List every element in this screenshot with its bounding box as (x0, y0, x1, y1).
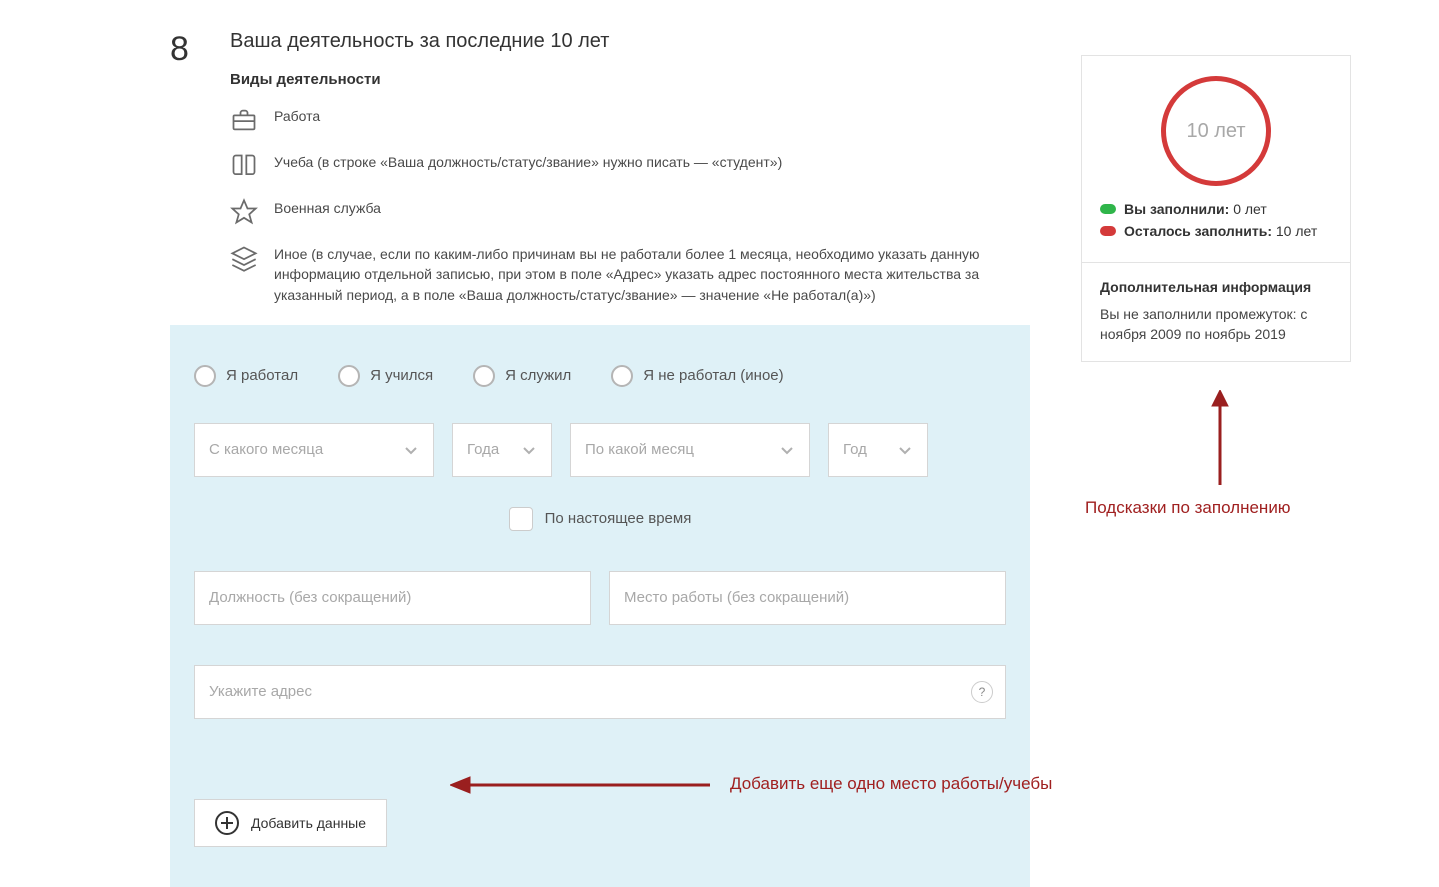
from-year-placeholder: Года (467, 441, 521, 458)
to-month-placeholder: По какой месяц (585, 441, 779, 458)
radio-studied[interactable]: Я учился (338, 365, 433, 387)
radio-none-label: Я не работал (иное) (643, 367, 783, 384)
radio-studied-label: Я учился (370, 367, 433, 384)
chevron-down-icon (521, 442, 537, 458)
radio-served[interactable]: Я служил (473, 365, 571, 387)
radio-served-label: Я служил (505, 367, 571, 384)
from-month-placeholder: С какого месяца (209, 441, 403, 458)
radio-worked[interactable]: Я работал (194, 365, 298, 387)
stat-remaining: Осталось заполнить: 10 лет (1100, 222, 1332, 240)
stat-filled: Вы заполнили: 0 лет (1100, 200, 1332, 218)
red-dot-icon (1100, 226, 1116, 236)
add-data-button[interactable]: Добавить данные (194, 799, 387, 847)
stat-remaining-label: Осталось заполнить: (1124, 223, 1272, 239)
address-input[interactable] (209, 683, 991, 700)
activity-form-panel: Я работал Я учился Я служил Я не работал… (170, 325, 1030, 887)
present-checkbox-label: По настоящее время (545, 510, 692, 527)
present-checkbox[interactable] (509, 507, 533, 531)
to-year-select[interactable]: Год (828, 423, 928, 477)
annotation-hints: Подсказки по заполнению (1085, 498, 1291, 518)
type-other-label: Иное (в случае, если по каким-либо причи… (274, 244, 1014, 305)
type-work-label: Работа (274, 106, 320, 126)
star-icon (230, 198, 258, 226)
address-input-wrap: ? (194, 665, 1006, 719)
position-input-wrap (194, 571, 591, 625)
radio-icon (338, 365, 360, 387)
arrow-left-icon (450, 770, 720, 800)
book-icon (230, 152, 258, 180)
briefcase-icon (230, 106, 258, 134)
place-input-wrap (609, 571, 1006, 625)
green-dot-icon (1100, 204, 1116, 214)
stat-filled-value: 0 лет (1233, 201, 1267, 217)
stat-filled-label: Вы заполнили: (1124, 201, 1229, 217)
add-data-label: Добавить данные (251, 815, 366, 831)
type-military-row: Военная служба (230, 198, 1030, 226)
position-input[interactable] (209, 589, 576, 606)
plus-icon (215, 811, 239, 835)
chevron-down-icon (403, 442, 419, 458)
sidebar-info-text: Вы не заполнили промежуток: с ноября 200… (1100, 305, 1332, 344)
annotation-add-more: Добавить еще одно место работы/учебы (730, 774, 1052, 794)
radio-icon (611, 365, 633, 387)
stat-remaining-value: 10 лет (1276, 223, 1317, 239)
type-work-row: Работа (230, 106, 1030, 134)
chevron-down-icon (897, 442, 913, 458)
type-military-label: Военная служба (274, 198, 381, 218)
main-column: Ваша деятельность за последние 10 лет Ви… (170, 30, 1030, 887)
section-title: Ваша деятельность за последние 10 лет (230, 30, 1030, 53)
progress-circle: 10 лет (1161, 76, 1271, 186)
sidebar-info-header: Дополнительная информация (1100, 279, 1332, 295)
type-study-label: Учеба (в строке «Ваша должность/статус/з… (274, 152, 782, 172)
chevron-down-icon (779, 442, 795, 458)
radio-icon (194, 365, 216, 387)
radio-none[interactable]: Я не работал (иное) (611, 365, 783, 387)
to-month-select[interactable]: По какой месяц (570, 423, 810, 477)
progress-sidebar: 10 лет Вы заполнили: 0 лет Осталось запо… (1081, 55, 1351, 362)
type-other-row: Иное (в случае, если по каким-либо причи… (230, 244, 1030, 305)
help-button[interactable]: ? (971, 681, 993, 703)
from-year-select[interactable]: Года (452, 423, 552, 477)
activity-types-header: Виды деятельности (230, 71, 1030, 88)
layers-icon (230, 244, 258, 272)
to-year-placeholder: Год (843, 441, 897, 458)
radio-worked-label: Я работал (226, 367, 298, 384)
arrow-up-icon (1200, 390, 1240, 490)
from-month-select[interactable]: С какого месяца (194, 423, 434, 477)
type-study-row: Учеба (в строке «Ваша должность/статус/з… (230, 152, 1030, 180)
place-input[interactable] (624, 589, 991, 606)
radio-icon (473, 365, 495, 387)
